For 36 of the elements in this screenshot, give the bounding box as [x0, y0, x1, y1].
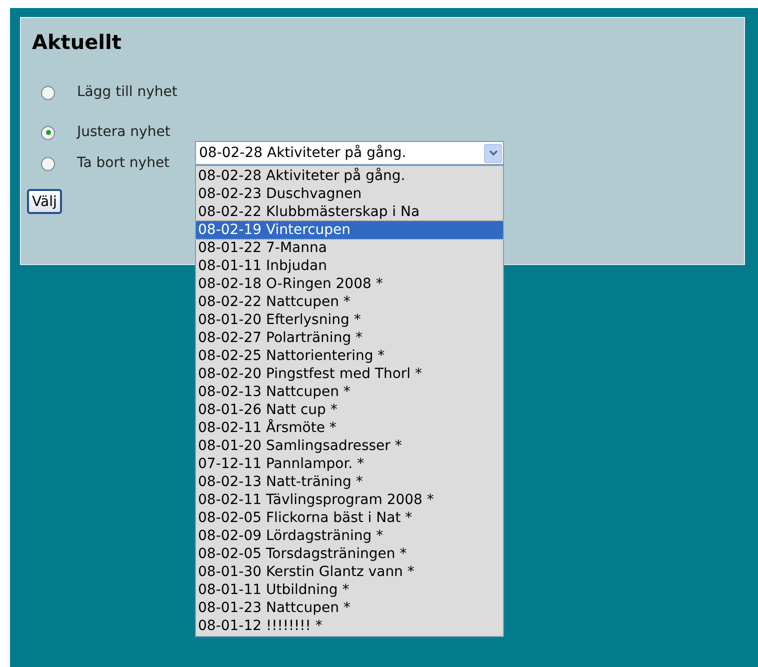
radio-label: Lägg till nyhet [77, 83, 178, 102]
dropdown-select[interactable]: 08-02-28 Aktiviteter på gång. [195, 141, 504, 165]
page-heading: Aktuellt [32, 32, 122, 52]
radio-button[interactable] [41, 86, 55, 100]
radio-label: Justera nyhet [77, 123, 170, 142]
dropdown-option[interactable]: 08-01-23 Nattcupen * [196, 599, 503, 617]
dropdown-option[interactable]: 08-01-30 Kerstin Glantz vann * [196, 563, 503, 581]
dropdown-option[interactable]: 08-01-22 7-Manna [196, 239, 503, 257]
dropdown-option[interactable]: 08-02-22 Klubbmästerskap i Na [196, 203, 503, 221]
dropdown-option[interactable]: 08-02-13 Natt-träning * [196, 473, 503, 491]
dropdown-option[interactable]: 08-02-25 Nattorientering * [196, 347, 503, 365]
dropdown-option[interactable]: 08-01-20 Samlingsadresser * [196, 437, 503, 455]
radio-button[interactable] [41, 126, 55, 140]
dropdown-option[interactable]: 08-02-22 Nattcupen * [196, 293, 503, 311]
dropdown-option[interactable]: 08-02-05 Flickorna bäst i Nat * [196, 509, 503, 527]
dropdown-option[interactable]: 08-01-20 Efterlysning * [196, 311, 503, 329]
dropdown-option[interactable]: 08-02-11 Tävlingsprogram 2008 * [196, 491, 503, 509]
caret-icon [484, 144, 502, 162]
dropdown-option[interactable]: 08-02-09 Lördagsträning * [196, 527, 503, 545]
radio-label: Ta bort nyhet [77, 154, 170, 173]
dropdown-option[interactable]: 08-01-11 Inbjudan [196, 257, 503, 275]
dropdown-option[interactable]: 08-01-26 Natt cup * [196, 401, 503, 419]
dropdown-option[interactable]: 08-02-20 Pingstfest med Thorl * [196, 365, 503, 383]
select-button[interactable]: Välj [27, 189, 62, 214]
dropdown-option[interactable]: 08-01-12 !!!!!!!! * [196, 617, 503, 635]
dropdown-option[interactable]: 08-02-11 Årsmöte * [196, 419, 503, 437]
dropdown-option[interactable]: 08-02-05 Torsdagsträningen * [196, 545, 503, 563]
dropdown-option[interactable]: 08-02-13 Nattcupen * [196, 383, 503, 401]
dropdown-option[interactable]: 08-02-18 O-Ringen 2008 * [196, 275, 503, 293]
dropdown-option[interactable]: 08-02-19 Vintercupen [196, 221, 503, 239]
dropdown-option[interactable]: 08-02-27 Polarträning * [196, 329, 503, 347]
radio-button[interactable] [41, 156, 55, 170]
dropdown-option[interactable]: 07-12-11 Pannlampor. * [196, 455, 503, 473]
dropdown-option[interactable]: 08-01-11 Utbildning * [196, 581, 503, 599]
dropdown-option[interactable]: 08-02-23 Duschvagnen [196, 185, 503, 203]
dropdown-option[interactable]: 08-02-28 Aktiviteter på gång. [196, 167, 503, 185]
